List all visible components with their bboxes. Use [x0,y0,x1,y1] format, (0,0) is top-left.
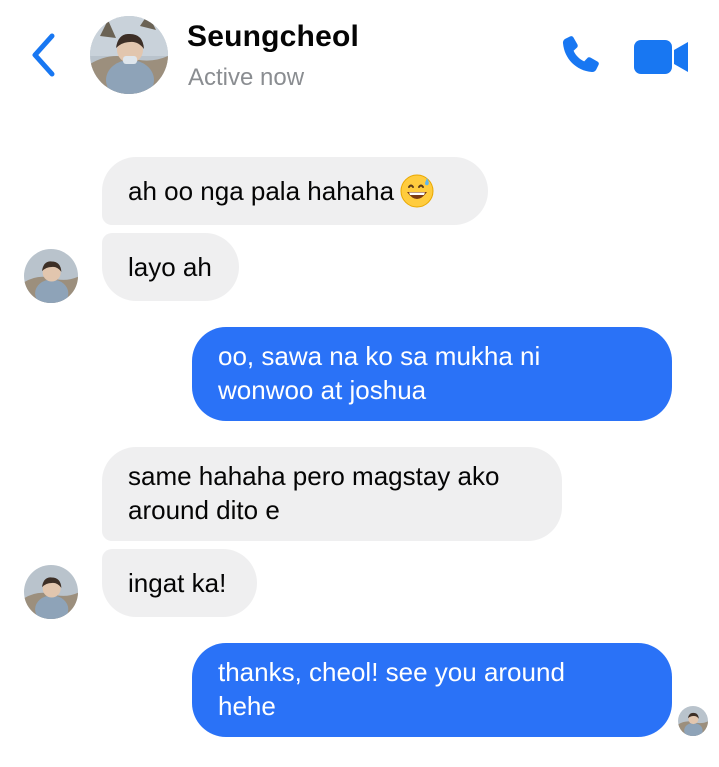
contact-name[interactable]: Seungcheol [187,20,359,54]
phone-icon [562,36,599,73]
incoming-message-bubble[interactable]: ingat ka! [102,549,257,617]
message-text: layo ah [128,252,212,282]
chat-header: Seungcheol Active now [0,0,719,120]
message-text-line: oo, sawa na ko sa mukha ni [218,341,541,371]
outgoing-message-bubble[interactable]: oo, sawa na ko sa mukha ni wonwoo at jos… [192,327,672,421]
outgoing-message-bubble[interactable]: thanks, cheol! see you around hehe [192,643,672,737]
sender-avatar[interactable] [24,249,78,303]
message-text-line: hehe [218,691,276,721]
chevron-left-icon [32,33,55,77]
message-text-line: wonwoo at joshua [218,375,427,405]
video-camera-icon [634,40,688,74]
incoming-message-bubble[interactable]: layo ah [102,233,239,301]
video-call-button[interactable] [632,38,690,76]
back-button[interactable] [22,30,62,80]
incoming-message-bubble[interactable]: same hahaha pero magstay ako around dito… [102,447,562,541]
message-text-line: thanks, cheol! see you around [218,657,565,687]
sender-avatar[interactable] [24,565,78,619]
message-text-line: same hahaha pero magstay ako [128,461,500,491]
audio-call-button[interactable] [556,32,606,80]
message-text-line: around dito e [128,495,280,525]
message-text: ah oo nga pala hahaha [128,176,395,206]
message-text: ingat ka! [128,568,227,598]
grinning-face-with-sweat-icon [400,174,434,208]
incoming-message-bubble[interactable]: ah oo nga pala hahaha [102,157,488,225]
contact-avatar[interactable] [90,16,168,94]
active-status: Active now [188,64,305,91]
seen-indicator-avatar [678,706,708,736]
